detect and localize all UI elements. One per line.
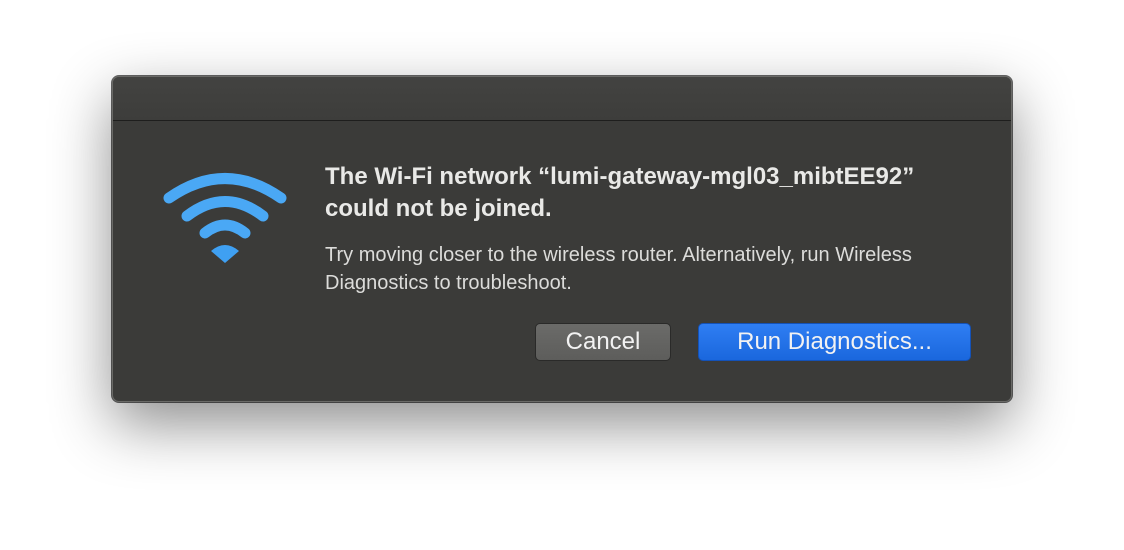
dialog-title: The Wi-Fi network “lumi-gateway-mgl03_mi… (325, 163, 915, 222)
wifi-icon (163, 173, 287, 263)
wifi-error-dialog: The Wi-Fi network “lumi-gateway-mgl03_mi… (112, 76, 1012, 402)
run-diagnostics-button[interactable]: Run Diagnostics... (698, 323, 971, 361)
cancel-button[interactable]: Cancel (535, 323, 671, 361)
dialog-titlebar[interactable] (113, 77, 1011, 121)
dialog-message: Try moving closer to the wireless router… (325, 244, 912, 294)
